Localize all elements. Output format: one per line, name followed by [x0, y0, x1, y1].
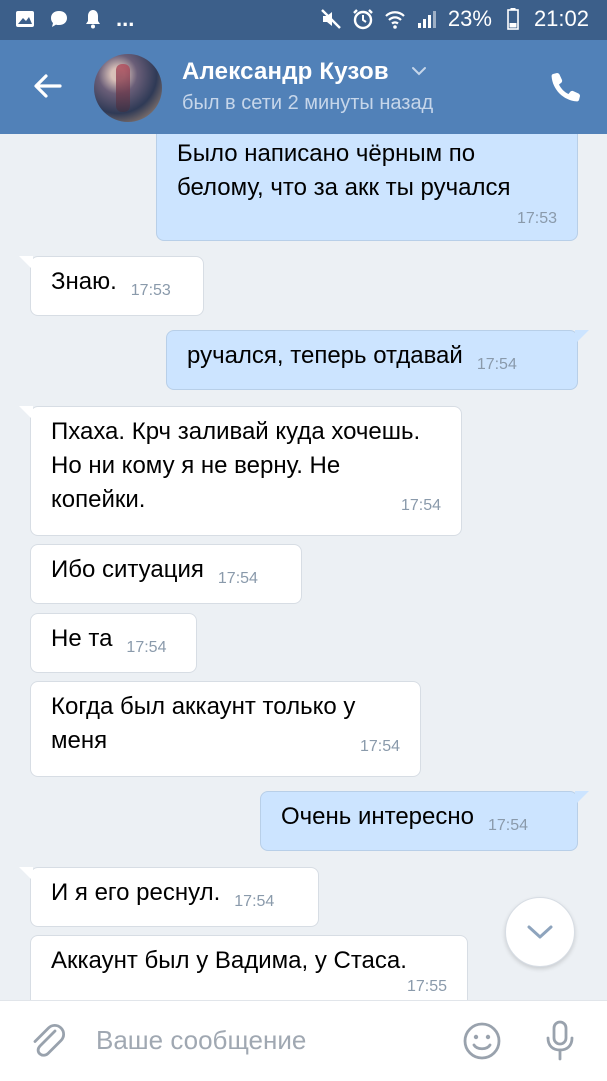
- message-outgoing[interactable]: Было написано чёрным по белому, что за а…: [156, 134, 578, 241]
- microphone-icon: [546, 1020, 574, 1061]
- message-time: 17:54: [400, 497, 441, 514]
- message-incoming[interactable]: Пхаха. Крч заливай куда хочешь. Но ни ко…: [19, 406, 462, 536]
- message-time: 17:54: [217, 570, 258, 587]
- status-time: 21:02: [533, 6, 589, 31]
- message-time: 17:53: [516, 210, 557, 227]
- bell-icon: [82, 8, 104, 30]
- smile-icon: [463, 1022, 501, 1060]
- status-bar-notifications: ...: [14, 8, 134, 30]
- chevron-down-icon: [527, 925, 553, 939]
- message-text: Знаю.: [51, 268, 117, 295]
- message-time: 17:54: [234, 893, 275, 910]
- message-text: Ибо ситуация: [51, 556, 204, 583]
- back-button[interactable]: [30, 68, 66, 104]
- gallery-icon: [14, 8, 36, 30]
- message-input-bar: Ваше сообщение: [0, 1000, 607, 1081]
- message-text: Было написано чёрным по белому, что за а…: [177, 140, 511, 201]
- avatar[interactable]: [94, 54, 162, 122]
- mute-icon: [320, 8, 342, 30]
- message-incoming[interactable]: Когда был аккаунт только у меня 17:54: [30, 681, 421, 777]
- message-time: 17:53: [130, 282, 171, 299]
- emoji-button[interactable]: [462, 1021, 502, 1061]
- message-text: Когда был аккаунт только у меня: [51, 693, 356, 754]
- message-text: Аккаунт был у Вадима, у Стаса.: [51, 947, 407, 974]
- battery-percent: 23%: [447, 6, 492, 31]
- message-time: 17:54: [126, 639, 167, 656]
- message-outgoing[interactable]: Очень интересно 17:54: [260, 791, 589, 851]
- message-time: 17:54: [487, 817, 529, 834]
- status-bar: ... 23% 21:02: [0, 0, 607, 40]
- message-incoming[interactable]: И я его реснул. 17:54: [19, 867, 319, 927]
- message-incoming[interactable]: Не та 17:54: [30, 613, 197, 673]
- message-text: Очень интересно: [281, 803, 474, 830]
- signal-icon: [416, 8, 438, 30]
- phone-icon: [551, 73, 580, 102]
- chevron-down-icon[interactable]: [410, 62, 428, 80]
- message-text: ручался, теперь отдавай: [187, 342, 463, 369]
- arrow-left-icon: [34, 74, 62, 98]
- paperclip-icon: [33, 1023, 66, 1057]
- message-time: 17:55: [406, 978, 447, 995]
- message-incoming[interactable]: Аккаунт был у Вадима, у Стаса. 17:55: [30, 935, 468, 1000]
- status-bar-system: 23% 21:02: [320, 6, 589, 32]
- message-text: И я его реснул.: [51, 879, 221, 906]
- message-input[interactable]: Ваше сообщение: [96, 1025, 306, 1056]
- call-button[interactable]: [549, 70, 583, 104]
- message-list[interactable]: Было написано чёрным по белому, что за а…: [0, 134, 607, 1000]
- attach-button[interactable]: [28, 1021, 68, 1061]
- battery-icon: [502, 8, 524, 30]
- message-icon: [48, 8, 70, 30]
- message-time: 17:54: [476, 356, 517, 373]
- status-overflow: ...: [116, 6, 135, 31]
- voice-message-button[interactable]: [542, 1019, 578, 1063]
- scroll-down-button[interactable]: [505, 897, 575, 967]
- contact-name[interactable]: Александр Кузов: [182, 58, 389, 86]
- chat-header: Александр Кузов был в сети 2 минуты наза…: [0, 40, 607, 134]
- message-incoming[interactable]: Знаю. 17:53: [19, 256, 204, 316]
- contact-status: был в сети 2 минуты назад: [182, 92, 434, 114]
- message-time: 17:54: [359, 738, 400, 755]
- message-text: Не та: [51, 625, 113, 652]
- wifi-icon: [384, 8, 406, 30]
- message-outgoing[interactable]: ручался, теперь отдавай 17:54: [166, 330, 589, 390]
- message-text: Пхаха. Крч заливай куда хочешь. Но ни ко…: [51, 418, 421, 513]
- alarm-icon: [352, 8, 374, 30]
- message-incoming[interactable]: Ибо ситуация 17:54: [30, 544, 302, 604]
